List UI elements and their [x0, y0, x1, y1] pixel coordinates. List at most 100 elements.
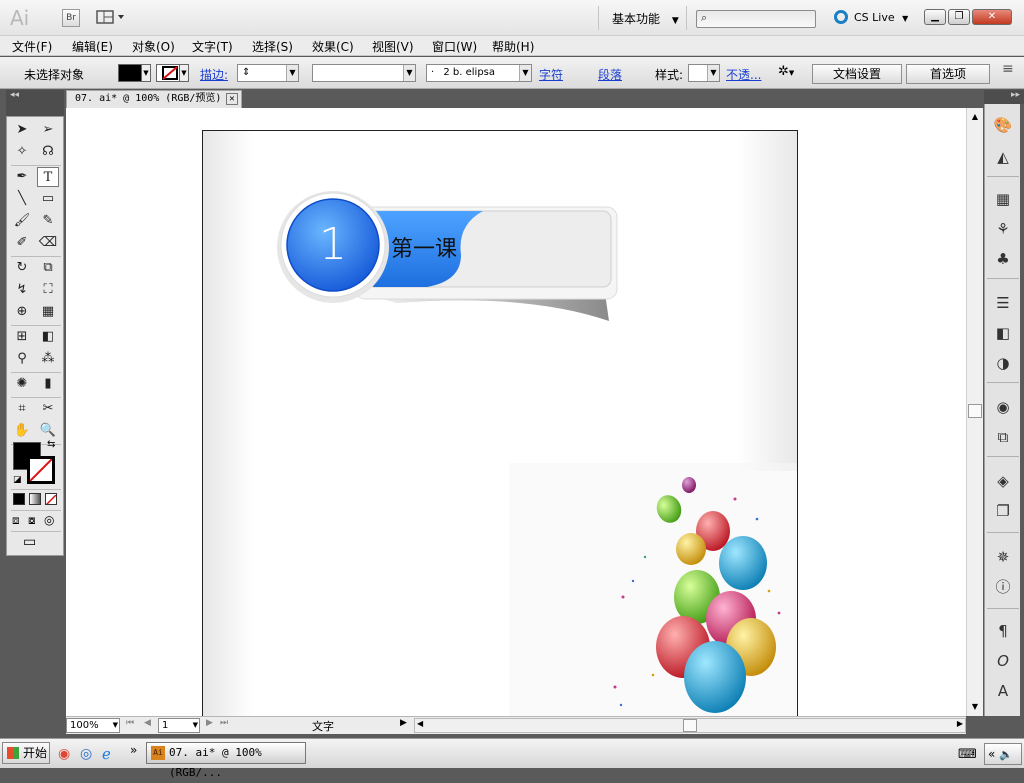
perspective-grid-tool-icon[interactable]: ▦: [37, 302, 59, 322]
brush-dropdown[interactable]: · 2 b. elipsa ▼: [426, 64, 532, 82]
none-mode-icon[interactable]: [45, 493, 57, 505]
more-quicklaunch-icon[interactable]: »: [130, 743, 137, 757]
stroke-weight-field[interactable]: ⇕ ▼: [237, 64, 299, 82]
artboard[interactable]: 1 第一课: [202, 130, 798, 716]
stroke-color-swatch[interactable]: [27, 456, 55, 484]
character-panel-icon[interactable]: A: [991, 680, 1015, 702]
symbol-sprayer-tool-icon[interactable]: ✺: [11, 374, 33, 394]
paragraph-panel-link[interactable]: 段落: [598, 66, 622, 83]
scroll-down-icon[interactable]: ▼: [968, 700, 982, 714]
zoom-tool-icon[interactable]: 🔍: [37, 421, 59, 441]
draw-normal-icon[interactable]: ⧈: [12, 513, 20, 528]
paintbrush-tool-icon[interactable]: 🖌: [11, 211, 33, 231]
scroll-thumb[interactable]: [968, 404, 982, 418]
blend-tool-icon[interactable]: ⁂: [37, 349, 59, 369]
selection-tool-icon[interactable]: ➤: [11, 120, 33, 140]
last-artboard-icon[interactable]: ⏭: [220, 718, 228, 728]
next-artboard-icon[interactable]: ▶: [206, 718, 213, 728]
character-panel-link[interactable]: 字符: [539, 66, 563, 83]
eraser-tool-icon[interactable]: ⌫: [37, 233, 59, 253]
color-panel-icon[interactable]: 🎨: [991, 114, 1015, 136]
rotate-tool-icon[interactable]: ↻: [11, 258, 33, 278]
preferences-button[interactable]: 首选项: [906, 64, 990, 84]
menu-help[interactable]: 帮助(H): [492, 38, 534, 55]
draw-behind-icon[interactable]: ⧇: [28, 513, 36, 528]
swatches-panel-icon[interactable]: ▦: [991, 188, 1015, 210]
menu-edit[interactable]: 编辑(E): [72, 38, 113, 55]
info-panel-icon[interactable]: ⓘ: [991, 576, 1015, 598]
panel-dock-header[interactable]: ▸▸: [984, 90, 1024, 104]
cs-live-button[interactable]: CS Live ▼: [834, 10, 908, 24]
draw-inside-icon[interactable]: ◎: [44, 513, 54, 527]
menu-object[interactable]: 对象(O): [132, 38, 175, 55]
warp-tool-icon[interactable]: ↯: [11, 280, 33, 300]
appearance-panel-icon[interactable]: ◉: [991, 396, 1015, 418]
menu-select[interactable]: 选择(S): [252, 38, 293, 55]
minimize-button[interactable]: ▁: [924, 9, 946, 25]
slice-tool-icon[interactable]: ✂: [37, 399, 59, 419]
fill-dropdown[interactable]: ▼: [141, 64, 151, 82]
menu-view[interactable]: 视图(V): [372, 38, 414, 55]
tools-panel-header[interactable]: ◂◂: [6, 90, 64, 116]
gradient-mode-icon[interactable]: [29, 493, 41, 505]
close-tab-icon[interactable]: ✕: [226, 93, 238, 105]
graphic-styles-panel-icon[interactable]: ⧉: [991, 426, 1015, 448]
menu-type[interactable]: 文字(T): [192, 38, 233, 55]
shape-builder-tool-icon[interactable]: ⊕: [11, 302, 33, 322]
stroke-panel-icon[interactable]: ☰: [991, 292, 1015, 314]
help-search-input[interactable]: ⌕: [696, 10, 816, 28]
pencil-tool-icon[interactable]: ✎: [37, 211, 59, 231]
bridge-button[interactable]: Br: [62, 9, 80, 27]
symbols-panel-icon[interactable]: ♣: [991, 248, 1015, 270]
scroll-right-icon[interactable]: ▶: [957, 719, 963, 728]
badge-number[interactable]: 1: [305, 213, 361, 277]
opacity-link[interactable]: 不透...: [726, 66, 761, 83]
ie-icon[interactable]: ℯ: [102, 745, 111, 763]
artboard-number-field[interactable]: 1 ▼: [158, 718, 200, 733]
color-guide-icon[interactable]: ◭: [991, 146, 1015, 168]
zoom-field[interactable]: 100% ▼: [66, 718, 120, 733]
taskbar-illustrator-window[interactable]: Ai 07. ai* @ 100% (RGB/...: [146, 742, 306, 779]
artboard-tool-icon[interactable]: ⌗: [11, 399, 33, 419]
document-setup-button[interactable]: 文档设置: [812, 64, 902, 84]
recolor-button[interactable]: ✲▼: [778, 64, 806, 82]
chrome-icon[interactable]: ◉: [58, 746, 70, 762]
lasso-tool-icon[interactable]: ☊: [37, 142, 59, 162]
horizontal-scrollbar[interactable]: ◀ ▶: [414, 718, 966, 733]
direct-selection-tool-icon[interactable]: ➢: [37, 120, 59, 140]
artboards-panel-icon[interactable]: ❐: [991, 500, 1015, 522]
stroke-dropdown[interactable]: ▼: [179, 64, 189, 82]
screen-mode-icon[interactable]: ▭: [23, 534, 36, 550]
magic-wand-tool-icon[interactable]: ✧: [11, 142, 33, 162]
variable-width-dropdown[interactable]: ▼: [312, 64, 416, 82]
graphic-style-dropdown[interactable]: ▼: [688, 64, 720, 82]
color-mode-icon[interactable]: [13, 493, 25, 505]
layers-panel-icon[interactable]: ◈: [991, 470, 1015, 492]
column-graph-tool-icon[interactable]: ▮: [37, 374, 59, 394]
transparency-panel-icon[interactable]: ◑: [991, 352, 1015, 374]
first-artboard-icon[interactable]: ⏮: [126, 718, 134, 728]
menu-effect[interactable]: 效果(C): [312, 38, 354, 55]
swap-colors-icon[interactable]: ⇆: [47, 439, 55, 450]
scale-tool-icon[interactable]: ⧉: [37, 258, 59, 278]
menu-file[interactable]: 文件(F): [12, 38, 52, 55]
opentype-panel-icon[interactable]: O: [991, 650, 1015, 672]
keyboard-icon[interactable]: ⌨: [958, 747, 977, 762]
brushes-panel-icon[interactable]: ⚘: [991, 218, 1015, 240]
type-tool-icon[interactable]: T: [37, 167, 59, 187]
blob-brush-tool-icon[interactable]: ✐: [11, 233, 33, 253]
tray-toggle-button[interactable]: « 🔈: [984, 743, 1022, 765]
eyedropper-tool-icon[interactable]: ⚲: [11, 349, 33, 369]
workspace-switcher[interactable]: 基本功能 ▼: [612, 10, 679, 27]
stroke-panel-link[interactable]: 描边:: [200, 66, 228, 83]
navigator-panel-icon[interactable]: ✵: [991, 546, 1015, 568]
line-tool-icon[interactable]: ╲: [11, 189, 33, 209]
badge-title[interactable]: 第一课: [391, 231, 457, 263]
default-colors-icon[interactable]: ◪: [13, 475, 22, 485]
arrange-documents-button[interactable]: [96, 9, 128, 27]
status-menu-icon[interactable]: ▶: [400, 718, 407, 728]
paragraph-panel-icon[interactable]: ¶: [991, 620, 1015, 642]
document-tab[interactable]: 07. ai* @ 100% (RGB/预览) ✕: [66, 90, 242, 108]
previous-artboard-icon[interactable]: ◀: [144, 718, 151, 728]
start-button[interactable]: 开始: [2, 742, 50, 764]
